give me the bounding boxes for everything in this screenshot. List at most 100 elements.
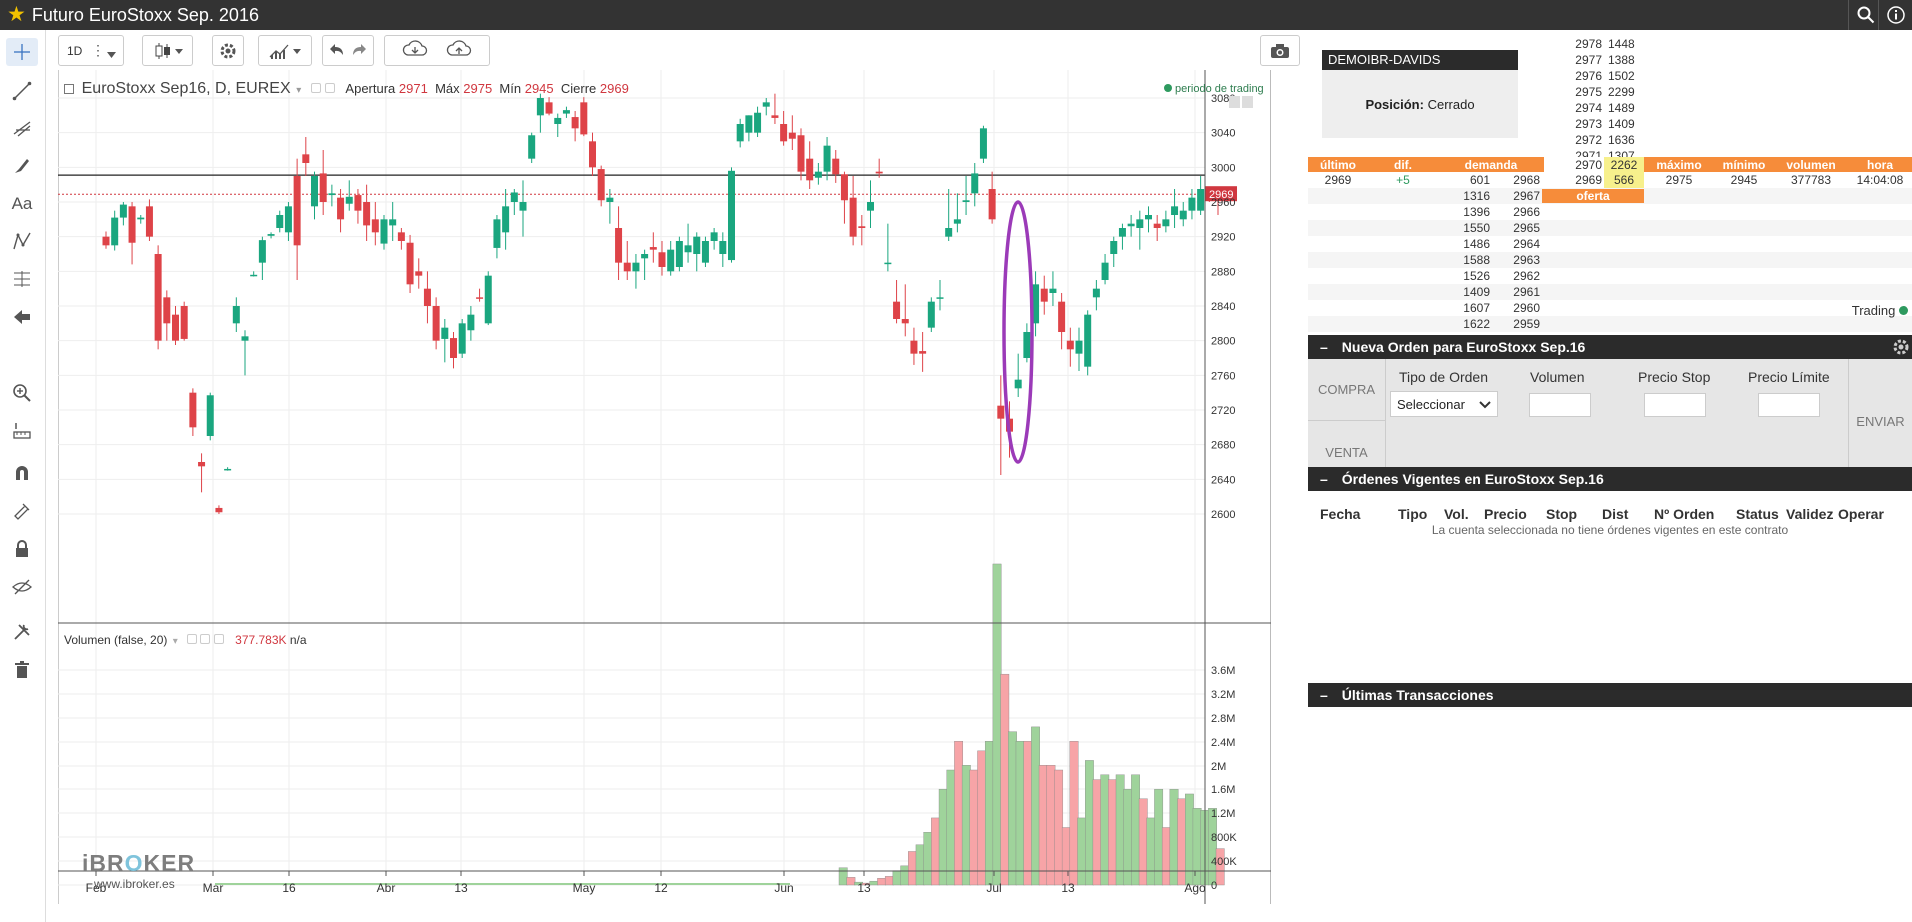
orders-column-header[interactable]: Validez [1786, 506, 1833, 522]
volume-title[interactable]: Volumen (false, 20) [64, 633, 167, 647]
redo-icon[interactable] [352, 42, 368, 59]
eye-toggle-icon[interactable] [310, 83, 321, 93]
ask-size[interactable]: 1409 [1608, 117, 1644, 131]
ask-size[interactable]: 1502 [1608, 69, 1644, 83]
bid-size[interactable]: 601 [1438, 173, 1490, 187]
trash-icon[interactable] [6, 656, 38, 684]
send-order-button[interactable]: ENVIAR [1848, 359, 1912, 483]
bid-size[interactable]: 1409 [1438, 285, 1490, 299]
cloud-download-icon[interactable] [402, 40, 428, 61]
orders-column-header[interactable]: Operar [1838, 506, 1884, 522]
more-vertical-icon[interactable]: ⋮ [91, 42, 105, 59]
cloud-upload-icon[interactable] [446, 40, 472, 61]
favorite-star-icon[interactable]: ★ [7, 0, 26, 30]
tools-icon[interactable] [6, 618, 38, 646]
ask-price[interactable]: 2969 [1544, 173, 1602, 187]
bid-size[interactable]: 1526 [1438, 269, 1490, 283]
ask-size[interactable]: 2262 [1604, 158, 1644, 172]
text-tool-icon[interactable]: Aa [6, 190, 38, 218]
fibonacci-tool-icon[interactable] [6, 265, 38, 293]
zoom-in-icon[interactable] [6, 379, 38, 407]
volume-menu-chevron-icon[interactable]: ▾ [173, 636, 178, 647]
trend-line-tool-icon[interactable] [6, 77, 38, 105]
collapse-new-order-icon[interactable]: – [1320, 339, 1328, 355]
bid-price[interactable]: 2968 [1490, 173, 1540, 187]
stay-drawing-icon[interactable] [6, 497, 38, 525]
bid-size[interactable]: 1550 [1438, 221, 1490, 235]
bid-size[interactable]: 1588 [1438, 253, 1490, 267]
legend-settings-icon[interactable] [324, 83, 335, 93]
buy-button[interactable]: COMPRA [1308, 359, 1386, 421]
ask-size[interactable]: 566 [1604, 173, 1644, 187]
volume-close-icon[interactable] [213, 634, 224, 644]
ask-size[interactable]: 1388 [1608, 53, 1644, 67]
ask-price[interactable]: 2973 [1544, 117, 1602, 131]
bid-price[interactable]: 2963 [1490, 253, 1540, 267]
bid-price[interactable]: 2964 [1490, 237, 1540, 251]
ask-price[interactable]: 2978 [1544, 37, 1602, 51]
orders-column-header[interactable]: Stop [1546, 506, 1577, 522]
bid-size[interactable]: 1316 [1438, 189, 1490, 203]
settings-gear-icon[interactable] [212, 35, 244, 66]
collapse-orders-icon[interactable]: – [1320, 471, 1328, 487]
search-icon[interactable] [1848, 0, 1882, 30]
info-icon[interactable] [1878, 0, 1912, 30]
bid-size[interactable]: 1396 [1438, 205, 1490, 219]
ask-price[interactable]: 2975 [1544, 85, 1602, 99]
bid-price[interactable]: 2960 [1490, 301, 1540, 315]
ask-size[interactable]: 1636 [1608, 133, 1644, 147]
brush-tool-icon[interactable] [6, 152, 38, 180]
pattern-tool-icon[interactable] [6, 227, 38, 255]
symbol-menu-chevron-icon[interactable]: ▾ [296, 85, 301, 96]
hide-drawings-icon[interactable] [6, 573, 38, 601]
ask-price[interactable]: 2970 [1544, 158, 1602, 172]
limit-price-input[interactable] [1758, 393, 1820, 417]
chart-type-button[interactable] [142, 35, 193, 66]
bid-size[interactable]: 1622 [1438, 317, 1490, 331]
bid-price[interactable]: 2966 [1490, 205, 1540, 219]
account-name[interactable]: DEMOIBR-DAVIDS [1322, 50, 1518, 70]
bid-price[interactable]: 2961 [1490, 285, 1540, 299]
indicators-button[interactable] [258, 35, 312, 66]
volume-settings-icon[interactable] [200, 634, 211, 644]
price-chart-canvas[interactable]: 2969 2600 2640 2680 2720 2760 2800 2840 2880 292… [58, 70, 1271, 904]
ask-price[interactable]: 2972 [1544, 133, 1602, 147]
bid-price[interactable]: 2965 [1490, 221, 1540, 235]
scale-log-icon[interactable] [1242, 96, 1253, 108]
stop-price-input[interactable] [1644, 393, 1706, 417]
orders-column-header[interactable]: Fecha [1320, 506, 1360, 522]
bid-size[interactable]: 1607 [1438, 301, 1490, 315]
order-settings-gear-icon[interactable] [1892, 338, 1910, 359]
lock-icon[interactable] [6, 535, 38, 563]
bid-price[interactable]: 2967 [1490, 189, 1540, 203]
measure-tool-icon[interactable] [6, 416, 38, 444]
orders-column-header[interactable]: Vol. [1444, 506, 1469, 522]
ask-size[interactable]: 1448 [1608, 37, 1644, 51]
ask-price[interactable]: 2977 [1544, 53, 1602, 67]
bid-size[interactable]: 1486 [1438, 237, 1490, 251]
scale-auto-icon[interactable] [1229, 96, 1240, 108]
orders-column-header[interactable]: Nº Orden [1654, 506, 1714, 522]
pitchfork-tool-icon[interactable] [6, 114, 38, 142]
collapse-trades-icon[interactable]: – [1320, 687, 1328, 703]
symbol-label[interactable]: EuroStoxx Sep16, D, EUREX [82, 80, 291, 97]
interval-selector[interactable]: 1D ⋮ [58, 35, 124, 66]
orders-column-header[interactable]: Dist [1602, 506, 1628, 522]
ask-size[interactable]: 1489 [1608, 101, 1644, 115]
bid-price[interactable]: 2959 [1490, 317, 1540, 331]
magnet-icon[interactable] [6, 459, 38, 487]
bid-price[interactable]: 2962 [1490, 269, 1540, 283]
arrow-left-icon[interactable] [6, 303, 38, 331]
collapse-pane-icon[interactable] [64, 84, 74, 94]
camera-icon[interactable] [1260, 35, 1300, 66]
orders-column-header[interactable]: Status [1736, 506, 1779, 522]
orders-column-header[interactable]: Precio [1484, 506, 1527, 522]
order-type-select[interactable]: Seleccionar [1390, 391, 1498, 417]
ask-price[interactable]: 2974 [1544, 101, 1602, 115]
ask-size[interactable]: 2299 [1608, 85, 1644, 99]
undo-icon[interactable] [328, 42, 344, 59]
crosshair-tool-icon[interactable] [6, 38, 38, 66]
volume-eye-icon[interactable] [187, 634, 198, 644]
orders-column-header[interactable]: Tipo [1398, 506, 1427, 522]
volume-input[interactable] [1529, 393, 1591, 417]
